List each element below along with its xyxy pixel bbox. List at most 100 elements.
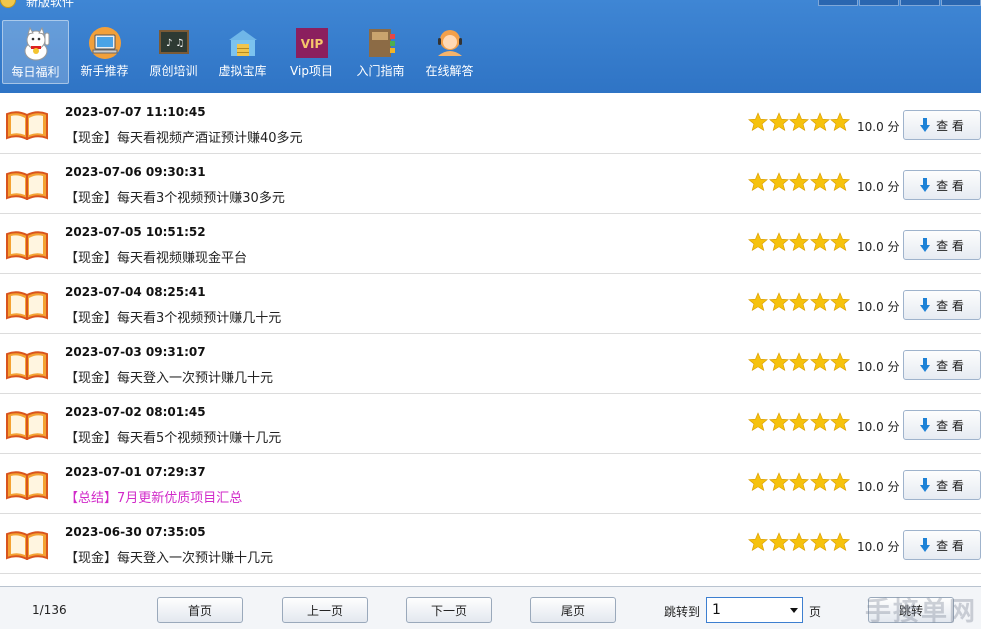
star-icon <box>748 412 768 432</box>
toolbar-item-3[interactable]: 虚拟宝库 <box>209 20 276 84</box>
star-icon <box>789 232 809 252</box>
list-item[interactable]: 2023-07-07 11:10:45 【现金】每天看视频产酒证预计赚40多元 10… <box>0 94 981 154</box>
first-page-button[interactable]: 首页 <box>157 597 243 623</box>
view-button-label: 查 看 <box>936 358 964 373</box>
item-score: 10.0 分 <box>857 300 900 314</box>
item-title[interactable]: 【现金】每天看视频产酒证预计赚40多元 <box>65 127 303 146</box>
app-window: 新版软件 每日福利 新手推荐 ♪ ♫ 原创培训 虚拟宝库 VIP Vip项目 入门指南 在线解答… <box>0 0 981 629</box>
star-icon <box>830 352 850 372</box>
star-icon <box>748 532 768 552</box>
item-score: 10.0 分 <box>857 360 900 374</box>
view-button[interactable]: 查 看 <box>903 530 981 560</box>
book-icon <box>6 470 48 501</box>
svg-text:♪ ♫: ♪ ♫ <box>166 38 185 49</box>
star-icon <box>830 412 850 432</box>
item-date: 2023-07-04 08:25:41 <box>65 285 206 299</box>
item-title[interactable]: 【现金】每天看5个视频预计赚十几元 <box>65 427 281 446</box>
settings-window-button[interactable] <box>818 0 858 6</box>
list-item[interactable]: 2023-07-01 07:29:37 【总结】7月更新优质项目汇总 10.0 分 查… <box>0 454 981 514</box>
item-title[interactable]: 【现金】每天看3个视频预计赚30多元 <box>65 187 285 206</box>
view-button[interactable]: 查 看 <box>903 170 981 200</box>
star-icon <box>830 112 850 132</box>
star-icon <box>768 292 789 312</box>
star-icon <box>789 352 809 372</box>
list-item[interactable]: 2023-07-06 09:30:31 【现金】每天看3个视频预计赚30多元 10.… <box>0 154 981 214</box>
view-button-label: 查 看 <box>936 118 964 133</box>
book-icon <box>6 170 48 201</box>
window-controls <box>817 0 981 6</box>
list-item[interactable]: 2023-07-04 08:25:41 【现金】每天看3个视频预计赚几十元 10.0… <box>0 274 981 334</box>
item-title[interactable]: 【现金】每天登入一次预计赚十几元 <box>65 547 273 566</box>
toolbar-item-0[interactable]: 每日福利 <box>2 20 69 84</box>
item-date: 2023-06-30 07:35:05 <box>65 525 206 539</box>
jump-page-select[interactable]: 1 <box>706 597 803 623</box>
download-arrow-icon <box>920 358 931 372</box>
view-button[interactable]: 查 看 <box>903 470 981 500</box>
star-icon <box>809 172 830 192</box>
view-button-label: 查 看 <box>936 538 964 553</box>
list-item[interactable]: 2023-07-02 08:01:45 【现金】每天看5个视频预计赚十几元 10.0… <box>0 394 981 454</box>
book-icon <box>6 290 48 321</box>
star-icon <box>768 352 789 372</box>
book-icon <box>6 350 48 381</box>
star-icon <box>768 472 789 492</box>
book-icon <box>6 410 48 441</box>
list-item[interactable]: 2023-06-30 07:35:05 【现金】每天登入一次预计赚十几元 10.0 … <box>0 514 981 574</box>
star-icon <box>830 292 850 312</box>
star-icon <box>768 112 789 132</box>
book-icon <box>6 230 48 261</box>
toolbar-item-6[interactable]: 在线解答 <box>416 20 483 84</box>
view-button[interactable]: 查 看 <box>903 350 981 380</box>
list-item[interactable]: 2023-07-03 09:31:07 【现金】每天登入一次预计赚几十元 10.0 … <box>0 334 981 394</box>
jump-label: 跳转到 <box>664 605 701 619</box>
rating-stars <box>748 412 851 432</box>
view-button-label: 查 看 <box>936 478 964 493</box>
rating-stars <box>748 352 851 372</box>
star-icon <box>789 112 809 132</box>
prev-page-button[interactable]: 上一页 <box>282 597 368 623</box>
star-icon <box>768 532 789 552</box>
item-date: 2023-07-03 09:31:07 <box>65 345 206 359</box>
item-date: 2023-07-07 11:10:45 <box>65 105 206 119</box>
toolbar-item-label: 入门指南 <box>356 64 405 78</box>
rating-stars <box>748 472 851 492</box>
star-icon <box>748 472 768 492</box>
star-icon <box>809 232 830 252</box>
item-score: 10.0 分 <box>857 180 900 194</box>
item-title[interactable]: 【现金】每天看3个视频预计赚几十元 <box>65 307 281 326</box>
list-item[interactable]: 2023-07-05 10:51:52 【现金】每天看视频赚现金平台 10.0 分 查… <box>0 214 981 274</box>
toolbar-item-4[interactable]: VIP Vip项目 <box>278 20 345 84</box>
item-title[interactable]: 【现金】每天看视频赚现金平台 <box>65 247 247 266</box>
star-icon <box>809 112 830 132</box>
item-title[interactable]: 【总结】7月更新优质项目汇总 <box>65 487 242 506</box>
view-button[interactable]: 查 看 <box>903 290 981 320</box>
view-button[interactable]: 查 看 <box>903 230 981 260</box>
maximize-window-button[interactable] <box>900 0 940 6</box>
item-title[interactable]: 【现金】每天登入一次预计赚几十元 <box>65 367 273 386</box>
toolbar-item-1[interactable]: 新手推荐 <box>71 20 138 84</box>
jump-button[interactable]: 跳转 <box>868 597 954 623</box>
download-arrow-icon <box>920 238 931 252</box>
page-unit-label: 页 <box>809 605 822 619</box>
last-page-button[interactable]: 尾页 <box>530 597 616 623</box>
star-icon <box>748 352 768 372</box>
toolbar-item-5[interactable]: 入门指南 <box>347 20 414 84</box>
star-icon <box>789 292 809 312</box>
rating-stars <box>748 292 851 312</box>
view-button[interactable]: 查 看 <box>903 410 981 440</box>
warehouse-icon <box>226 26 260 60</box>
close-window-button[interactable] <box>941 0 981 6</box>
next-page-button[interactable]: 下一页 <box>406 597 492 623</box>
view-button[interactable]: 查 看 <box>903 110 981 140</box>
pagination-bar: 1/136 首页 上一页 下一页 尾页 跳转到 1 页 跳转 手接单网 <box>0 586 981 629</box>
view-button-label: 查 看 <box>936 298 964 313</box>
star-icon <box>809 352 830 372</box>
rating-stars <box>748 232 851 252</box>
star-icon <box>789 532 809 552</box>
star-icon <box>809 472 830 492</box>
minimize-window-button[interactable] <box>859 0 899 6</box>
star-icon <box>809 292 830 312</box>
item-date: 2023-07-06 09:30:31 <box>65 165 206 179</box>
guidebook-icon <box>364 26 398 60</box>
toolbar-item-2[interactable]: ♪ ♫ 原创培训 <box>140 20 207 84</box>
